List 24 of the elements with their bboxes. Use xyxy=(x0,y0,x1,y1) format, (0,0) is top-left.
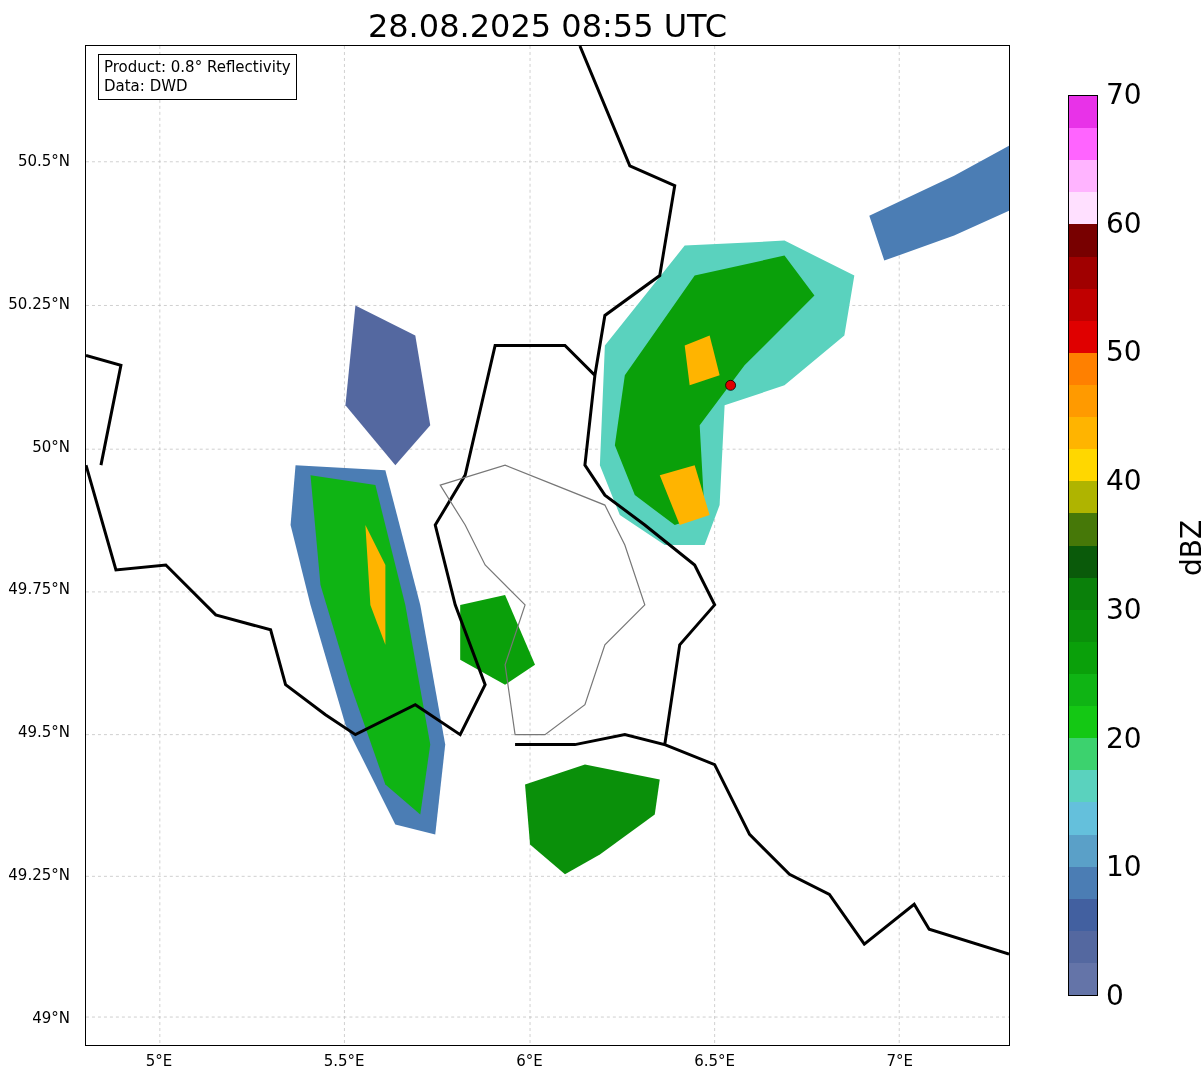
colorbar-tick-label: 20 xyxy=(1106,722,1142,755)
latitude-label: 49.75°N xyxy=(8,580,70,599)
latitude-label: 50.5°N xyxy=(17,152,70,170)
legend-text: Product: 0.8° Reflectivity xyxy=(104,58,291,77)
longitude-label: 5.5°E xyxy=(323,1052,365,1070)
colorbar-tick-label: 10 xyxy=(1106,851,1142,884)
longitude-label: 7°E xyxy=(886,1052,914,1070)
colorbar-tick-label: 50 xyxy=(1106,336,1142,369)
latitude-label: 49.5°N xyxy=(17,723,70,742)
colorbar-tick-label: 40 xyxy=(1106,465,1142,498)
longitude-label: 6.5°E xyxy=(694,1052,735,1070)
colorbar-tick-label: 0 xyxy=(1106,980,1124,1012)
chart-title: 28.08.2025 08:55 UTC xyxy=(366,6,729,46)
colorbar-label: dBZ xyxy=(1176,519,1202,577)
latitude-label: 49°N xyxy=(32,1008,70,1027)
latitude-label: 50°N xyxy=(32,437,70,456)
latitude-label: 50.25°N xyxy=(8,294,70,313)
colorbar-tick-label: 30 xyxy=(1106,593,1142,626)
longitude-label: 6°E xyxy=(516,1052,543,1070)
legend-text: Data: DWD xyxy=(104,77,189,96)
latitude-label: 49.25°N xyxy=(8,866,70,884)
longitude-label: 5°E xyxy=(145,1052,173,1070)
colorbar-tick-label: 70 xyxy=(1106,79,1142,111)
colorbar-tick-label: 60 xyxy=(1106,207,1142,240)
